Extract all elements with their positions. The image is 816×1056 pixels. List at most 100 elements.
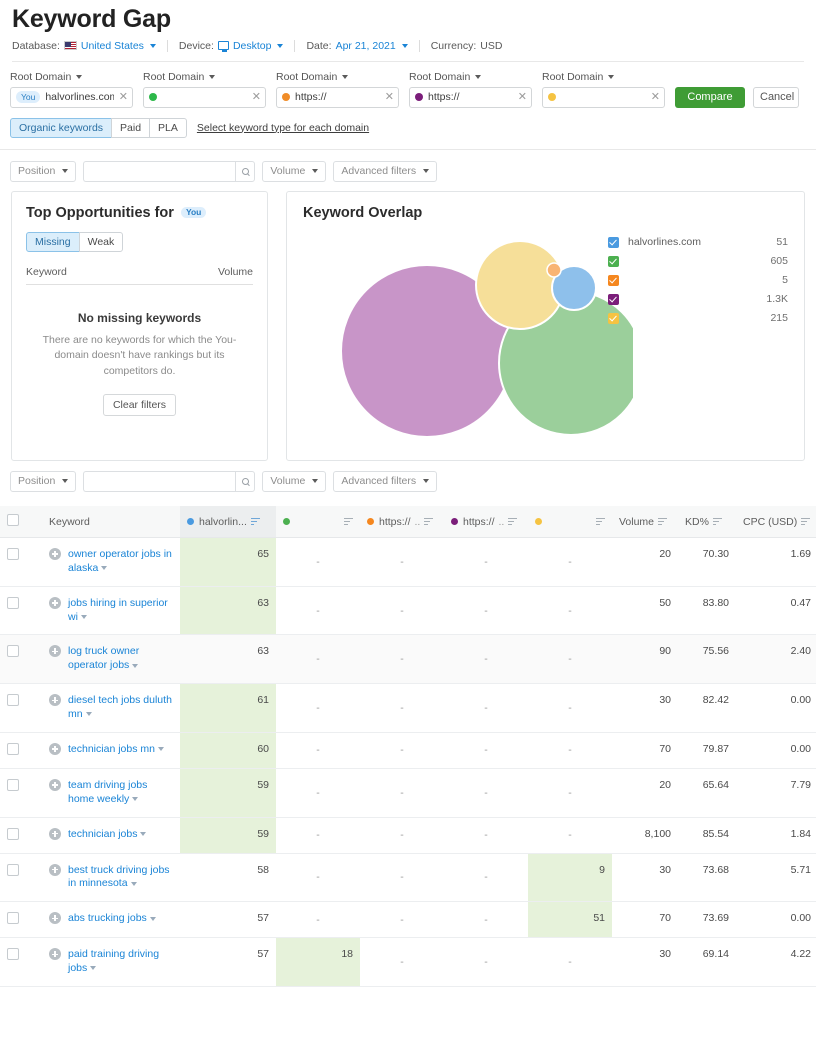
add-keyword-icon[interactable]	[49, 597, 61, 609]
keyword-cell[interactable]: diesel tech jobs duluth mn	[42, 684, 180, 733]
sort-icon[interactable]	[344, 518, 353, 526]
select-keyword-type-link[interactable]: Select keyword type for each domain	[197, 122, 369, 134]
domain-input-5[interactable]: ✕	[542, 87, 665, 108]
tab-organic-keywords[interactable]: Organic keywords	[10, 118, 112, 138]
th-kd[interactable]: KD%	[678, 506, 736, 538]
sort-icon[interactable]	[801, 518, 810, 526]
sort-icon[interactable]	[424, 518, 433, 526]
row-checkbox-cell[interactable]	[0, 538, 42, 587]
add-keyword-icon[interactable]	[49, 548, 61, 560]
close-icon[interactable]: ✕	[119, 92, 128, 103]
sort-icon[interactable]	[713, 518, 722, 526]
chevron-down-icon[interactable]	[140, 832, 146, 836]
table-row[interactable]: jobs hiring in superior wi63----5083.800…	[0, 586, 816, 635]
table-row[interactable]: team driving jobs home weekly59----2065.…	[0, 768, 816, 817]
add-keyword-icon[interactable]	[49, 948, 61, 960]
search-input-table[interactable]	[83, 471, 235, 492]
row-checkbox-cell[interactable]	[0, 732, 42, 768]
cancel-button[interactable]: Cancel	[753, 87, 799, 108]
keyword-link[interactable]: log truck owner operator jobs	[68, 645, 139, 671]
add-keyword-icon[interactable]	[49, 912, 61, 924]
tab-weak[interactable]: Weak	[79, 232, 124, 252]
chevron-down-icon[interactable]	[101, 566, 107, 570]
search-button-table[interactable]	[235, 471, 255, 492]
tab-paid[interactable]: Paid	[111, 118, 150, 138]
th-domain-3[interactable]: https://..	[360, 506, 444, 538]
keyword-link[interactable]: technician jobs	[68, 828, 137, 840]
keyword-link[interactable]: abs trucking jobs	[68, 912, 147, 924]
table-row[interactable]: technician jobs mn60----7079.870.00	[0, 732, 816, 768]
tab-missing[interactable]: Missing	[26, 232, 80, 252]
table-row[interactable]: abs trucking jobs57---517073.690.00	[0, 902, 816, 938]
close-icon[interactable]: ✕	[518, 92, 527, 103]
sort-icon[interactable]	[596, 518, 605, 526]
select-all-checkbox[interactable]	[7, 514, 19, 526]
legend-checkbox-blue[interactable]	[608, 237, 619, 248]
keyword-cell[interactable]: team driving jobs home weekly	[42, 768, 180, 817]
row-checkbox[interactable]	[7, 645, 19, 657]
table-row[interactable]: owner operator jobs in alaska65----2070.…	[0, 538, 816, 587]
legend-checkbox-orange[interactable]	[608, 275, 619, 286]
domain-input-1[interactable]: You halvorlines.com ✕	[10, 87, 133, 108]
row-checkbox[interactable]	[7, 828, 19, 840]
chevron-down-icon[interactable]	[132, 797, 138, 801]
table-row[interactable]: best truck driving jobs in minnesota58--…	[0, 853, 816, 902]
row-checkbox[interactable]	[7, 912, 19, 924]
legend-item[interactable]: 215	[608, 309, 788, 328]
keyword-cell[interactable]: best truck driving jobs in minnesota	[42, 853, 180, 902]
row-checkbox-cell[interactable]	[0, 938, 42, 987]
domain-input-2[interactable]: ✕	[143, 87, 266, 108]
row-checkbox[interactable]	[7, 779, 19, 791]
add-keyword-icon[interactable]	[49, 864, 61, 876]
root-domain-selector-4[interactable]: Root Domain	[409, 71, 532, 83]
keyword-cell[interactable]: paid training driving jobs	[42, 938, 180, 987]
date-selector[interactable]: Date: Apr 21, 2021	[306, 40, 418, 52]
th-domain-halvorlines[interactable]: halvorlin...	[180, 506, 276, 538]
chevron-down-icon[interactable]	[158, 747, 164, 751]
compare-button[interactable]: Compare	[675, 87, 745, 108]
chevron-down-icon[interactable]	[132, 664, 138, 668]
legend-item[interactable]: 605	[608, 252, 788, 271]
row-checkbox[interactable]	[7, 597, 19, 609]
root-domain-selector-1[interactable]: Root Domain	[10, 71, 133, 83]
chevron-down-icon[interactable]	[150, 917, 156, 921]
sort-icon[interactable]	[508, 518, 517, 526]
keyword-link[interactable]: best truck driving jobs in minnesota	[68, 864, 170, 890]
legend-checkbox-purple[interactable]	[608, 294, 619, 305]
row-checkbox[interactable]	[7, 743, 19, 755]
add-keyword-icon[interactable]	[49, 743, 61, 755]
table-row[interactable]: paid training driving jobs5718---3069.14…	[0, 938, 816, 987]
th-cpc[interactable]: CPC (USD)	[736, 506, 816, 538]
advanced-filters[interactable]: Advanced filters	[333, 161, 437, 182]
search-button[interactable]	[235, 161, 255, 182]
tab-pla[interactable]: PLA	[149, 118, 187, 138]
keyword-cell[interactable]: technician jobs mn	[42, 732, 180, 768]
keyword-link[interactable]: owner operator jobs in alaska	[68, 548, 172, 574]
domain-input-3[interactable]: https:// ✕	[276, 87, 399, 108]
domain-input-4[interactable]: https:// ✕	[409, 87, 532, 108]
keyword-cell[interactable]: abs trucking jobs	[42, 902, 180, 938]
position-filter[interactable]: Position	[10, 161, 76, 182]
clear-filters-button[interactable]: Clear filters	[103, 394, 176, 416]
search-input[interactable]	[83, 161, 235, 182]
row-checkbox-cell[interactable]	[0, 635, 42, 684]
legend-checkbox-yellow[interactable]	[608, 313, 619, 324]
legend-checkbox-green[interactable]	[608, 256, 619, 267]
root-domain-selector-5[interactable]: Root Domain	[542, 71, 665, 83]
add-keyword-icon[interactable]	[49, 694, 61, 706]
database-selector[interactable]: Database: United States	[12, 40, 167, 52]
row-checkbox[interactable]	[7, 694, 19, 706]
row-checkbox[interactable]	[7, 548, 19, 560]
root-domain-selector-2[interactable]: Root Domain	[143, 71, 266, 83]
add-keyword-icon[interactable]	[49, 645, 61, 657]
sort-icon[interactable]	[251, 518, 260, 526]
keyword-cell[interactable]: jobs hiring in superior wi	[42, 586, 180, 635]
keyword-cell[interactable]: owner operator jobs in alaska	[42, 538, 180, 587]
volume-filter-table[interactable]: Volume	[262, 471, 326, 492]
keyword-link[interactable]: paid training driving jobs	[68, 948, 159, 974]
th-domain-4[interactable]: https://..	[444, 506, 528, 538]
table-row[interactable]: diesel tech jobs duluth mn61----3082.420…	[0, 684, 816, 733]
advanced-filters-table[interactable]: Advanced filters	[333, 471, 437, 492]
chevron-down-icon[interactable]	[81, 615, 87, 619]
table-row[interactable]: technician jobs59----8,10085.541.84	[0, 817, 816, 853]
